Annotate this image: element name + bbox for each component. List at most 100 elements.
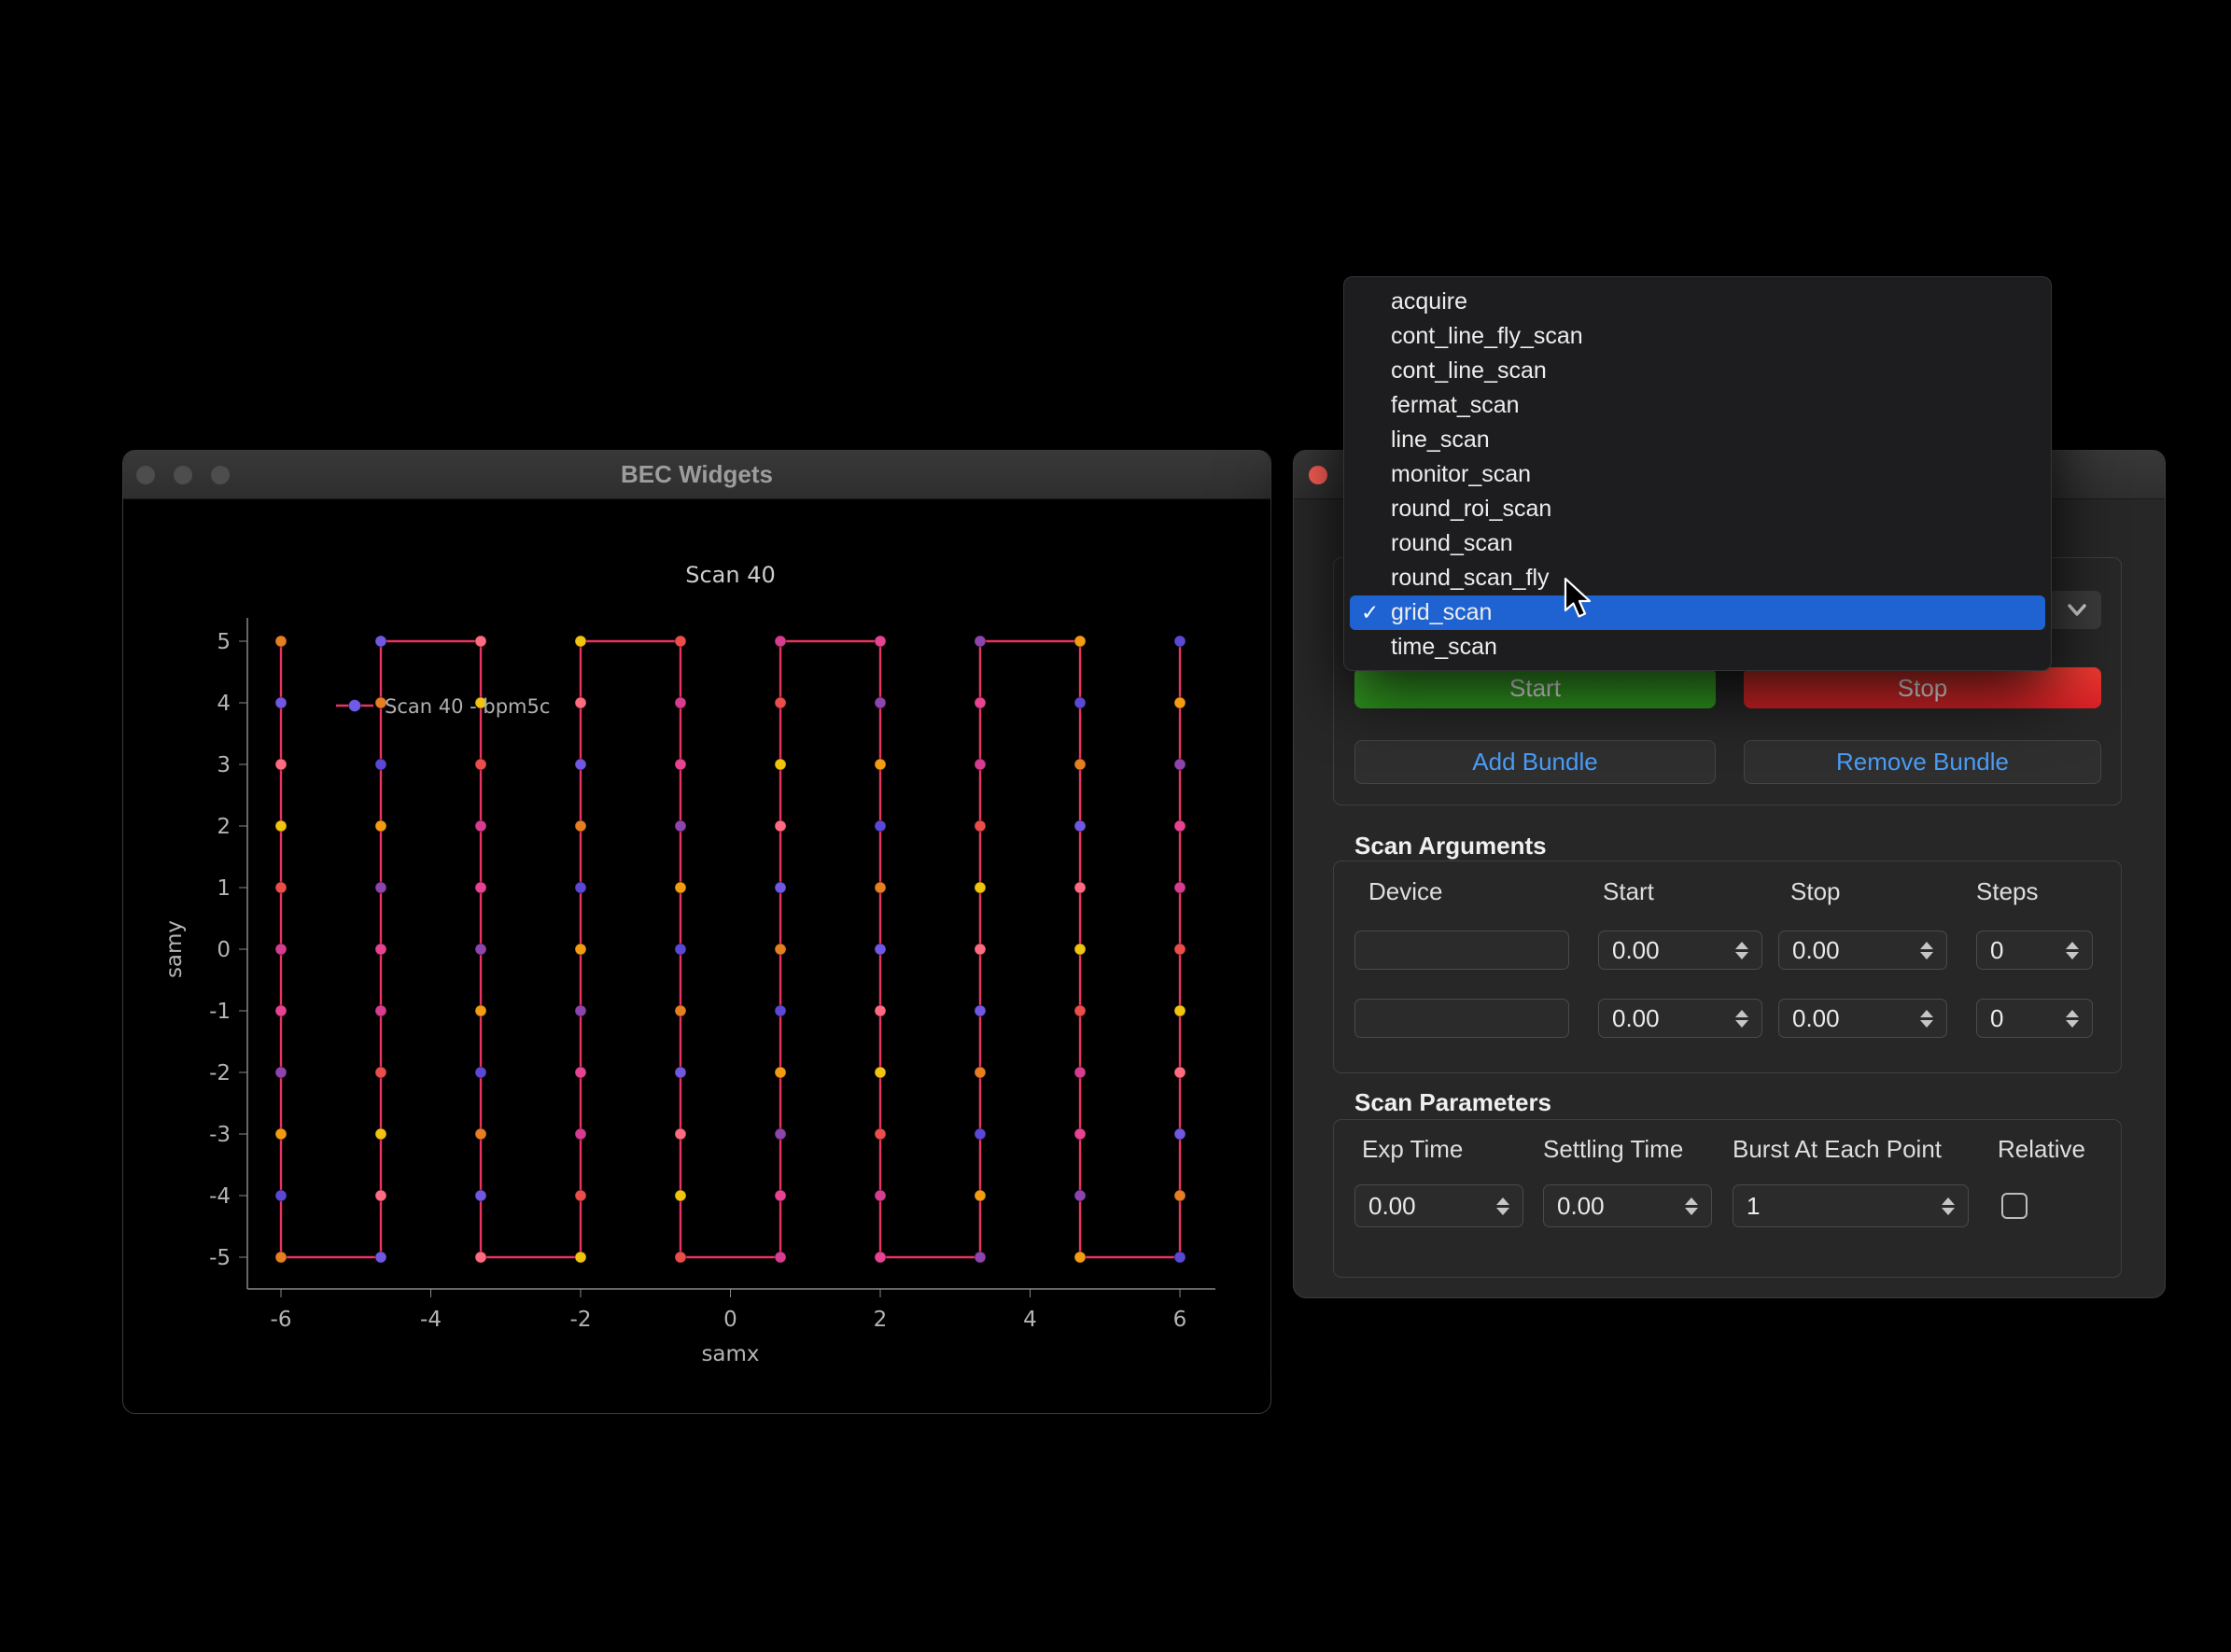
device-input-row2[interactable] bbox=[1354, 999, 1569, 1038]
spinner-arrows-icon[interactable] bbox=[1489, 1197, 1522, 1215]
svg-text:2: 2 bbox=[217, 815, 231, 839]
exp-time-header: Exp Time bbox=[1362, 1135, 1463, 1164]
start-column-header: Start bbox=[1603, 877, 1654, 906]
dropdown-item-round_roi_scan[interactable]: round_roi_scan bbox=[1350, 492, 2045, 526]
stop-button[interactable]: Stop bbox=[1744, 667, 2101, 708]
spin-value: 1 bbox=[1733, 1192, 1934, 1221]
scan-arguments-title: Scan Arguments bbox=[1354, 832, 1547, 861]
spin-value: 0.00 bbox=[1544, 1192, 1677, 1221]
svg-text:1: 1 bbox=[217, 876, 231, 901]
steps-spinbox-row1[interactable]: 0 bbox=[1976, 931, 2093, 970]
relative-checkbox[interactable] bbox=[2001, 1193, 2028, 1219]
stop-spinbox-row1[interactable]: 0.00 bbox=[1778, 931, 1947, 970]
burst-spinbox[interactable]: 1 bbox=[1733, 1184, 1969, 1227]
spin-value: 0.00 bbox=[1779, 936, 1913, 965]
spinner-arrows-icon[interactable] bbox=[1934, 1197, 1968, 1215]
svg-text:5: 5 bbox=[217, 630, 231, 654]
scan-dropdown-menu: acquire cont_line_fly_scan cont_line_scanf… bbox=[1343, 276, 2052, 671]
svg-text:0: 0 bbox=[723, 1308, 737, 1332]
dropdown-item-acquire[interactable]: acquire bbox=[1350, 285, 2045, 319]
spin-value: 0 bbox=[1977, 1004, 2058, 1033]
spinner-arrows-icon[interactable] bbox=[1728, 1010, 1761, 1028]
remove-bundle-label: Remove Bundle bbox=[1836, 748, 2009, 777]
svg-text:4: 4 bbox=[217, 692, 231, 716]
start-button-label: Start bbox=[1509, 674, 1561, 703]
spinner-arrows-icon[interactable] bbox=[2058, 1010, 2092, 1028]
svg-text:Scan 40: Scan 40 bbox=[685, 562, 776, 588]
dropdown-item-time_scan[interactable]: time_scan bbox=[1350, 630, 2045, 665]
stop-column-header: Stop bbox=[1790, 877, 1841, 906]
dropdown-item-label: round_roi_scan bbox=[1391, 496, 1551, 523]
exp-time-spinbox[interactable]: 0.00 bbox=[1354, 1184, 1523, 1227]
svg-text:samx: samx bbox=[701, 1342, 759, 1366]
dropdown-item-cont_line_fly_scan[interactable]: cont_line_fly_scan bbox=[1350, 319, 2045, 354]
spin-value: 0 bbox=[1977, 936, 2058, 965]
mouse-cursor-icon bbox=[1564, 577, 1595, 622]
dropdown-item-line_scan[interactable]: line_scan bbox=[1350, 423, 2045, 457]
plot-window: BEC Widgets -6-4-20246543210-1-2-3-4-5Sc… bbox=[122, 450, 1271, 1414]
svg-text:-2: -2 bbox=[570, 1308, 592, 1332]
add-bundle-label: Add Bundle bbox=[1472, 748, 1597, 777]
dropdown-item-label: fermat_scan bbox=[1391, 392, 1520, 419]
device-input-row1[interactable] bbox=[1354, 931, 1569, 970]
scan-plot: -6-4-20246543210-1-2-3-4-5Scan 40samxsam… bbox=[123, 498, 1270, 1413]
stop-spinbox-row2[interactable]: 0.00 bbox=[1778, 999, 1947, 1038]
spinner-arrows-icon[interactable] bbox=[1677, 1197, 1711, 1215]
stop-button-label: Stop bbox=[1898, 674, 1948, 703]
svg-text:3: 3 bbox=[217, 753, 231, 777]
svg-text:-3: -3 bbox=[209, 1123, 231, 1147]
dropdown-item-label: cont_line_scan bbox=[1391, 357, 1547, 385]
close-window-icon[interactable] bbox=[1309, 466, 1327, 484]
chevron-down-icon bbox=[2064, 599, 2090, 620]
plot-window-titlebar[interactable]: BEC Widgets bbox=[123, 451, 1270, 499]
spin-value: 0.00 bbox=[1355, 1192, 1489, 1221]
dropdown-item-monitor_scan[interactable]: monitor_scan bbox=[1350, 457, 2045, 492]
dropdown-item-label: cont_line_fly_scan bbox=[1391, 323, 1583, 350]
settling-time-spinbox[interactable]: 0.00 bbox=[1543, 1184, 1712, 1227]
svg-text:-5: -5 bbox=[209, 1246, 231, 1270]
start-button[interactable]: Start bbox=[1354, 667, 1716, 708]
svg-text:0: 0 bbox=[217, 938, 231, 962]
svg-text:-4: -4 bbox=[209, 1184, 231, 1209]
start-spinbox-row2[interactable]: 0.00 bbox=[1598, 999, 1762, 1038]
device-column-header: Device bbox=[1368, 877, 1442, 906]
dropdown-item-fermat_scan[interactable]: fermat_scan bbox=[1350, 388, 2045, 423]
svg-text:-6: -6 bbox=[271, 1308, 292, 1332]
checkmark-icon: ✓ bbox=[1361, 600, 1379, 625]
dropdown-item-round_scan_fly[interactable]: round_scan_fly bbox=[1350, 561, 2045, 595]
dropdown-item-label: time_scan bbox=[1391, 634, 1497, 661]
dropdown-item-cont_line_scan[interactable]: cont_line_scan bbox=[1350, 354, 2045, 388]
dropdown-item-label: round_scan_fly bbox=[1391, 565, 1550, 592]
svg-text:-4: -4 bbox=[420, 1308, 442, 1332]
add-bundle-button[interactable]: Add Bundle bbox=[1354, 740, 1716, 784]
spin-value: 0.00 bbox=[1599, 936, 1728, 965]
window-title: BEC Widgets bbox=[123, 451, 1270, 498]
steps-spinbox-row2[interactable]: 0 bbox=[1976, 999, 2093, 1038]
dropdown-item-grid_scan[interactable]: ✓ grid_scan bbox=[1350, 595, 2045, 630]
svg-text:-2: -2 bbox=[209, 1061, 231, 1085]
spin-value: 0.00 bbox=[1599, 1004, 1728, 1033]
start-spinbox-row1[interactable]: 0.00 bbox=[1598, 931, 1762, 970]
burst-header: Burst At Each Point bbox=[1733, 1135, 1942, 1164]
spinner-arrows-icon[interactable] bbox=[1913, 1010, 1946, 1028]
settling-time-header: Settling Time bbox=[1543, 1135, 1683, 1164]
spinner-arrows-icon[interactable] bbox=[1728, 942, 1761, 959]
dropdown-item-round_scan[interactable]: round_scan bbox=[1350, 526, 2045, 561]
scan-parameters-title: Scan Parameters bbox=[1354, 1088, 1551, 1117]
svg-text:samy: samy bbox=[162, 920, 187, 978]
svg-text:4: 4 bbox=[1023, 1308, 1037, 1332]
scan-dropdown-list: acquire cont_line_fly_scan cont_line_scanf… bbox=[1344, 285, 2051, 665]
spinner-arrows-icon[interactable] bbox=[2058, 942, 2092, 959]
dropdown-item-label: acquire bbox=[1391, 288, 1467, 315]
dropdown-item-label: line_scan bbox=[1391, 427, 1490, 454]
spinner-arrows-icon[interactable] bbox=[1913, 942, 1946, 959]
dropdown-item-label: round_scan bbox=[1391, 530, 1513, 557]
dropdown-item-label: grid_scan bbox=[1391, 599, 1492, 626]
svg-text:Scan 40 - bpm5c: Scan 40 - bpm5c bbox=[385, 695, 550, 718]
steps-column-header: Steps bbox=[1976, 877, 2039, 906]
dropdown-item-label: monitor_scan bbox=[1391, 461, 1531, 488]
desktop: BEC Widgets -6-4-20246543210-1-2-3-4-5Sc… bbox=[0, 0, 2231, 1652]
svg-text:-1: -1 bbox=[209, 1000, 231, 1024]
relative-header: Relative bbox=[1998, 1135, 2085, 1164]
remove-bundle-button[interactable]: Remove Bundle bbox=[1744, 740, 2101, 784]
